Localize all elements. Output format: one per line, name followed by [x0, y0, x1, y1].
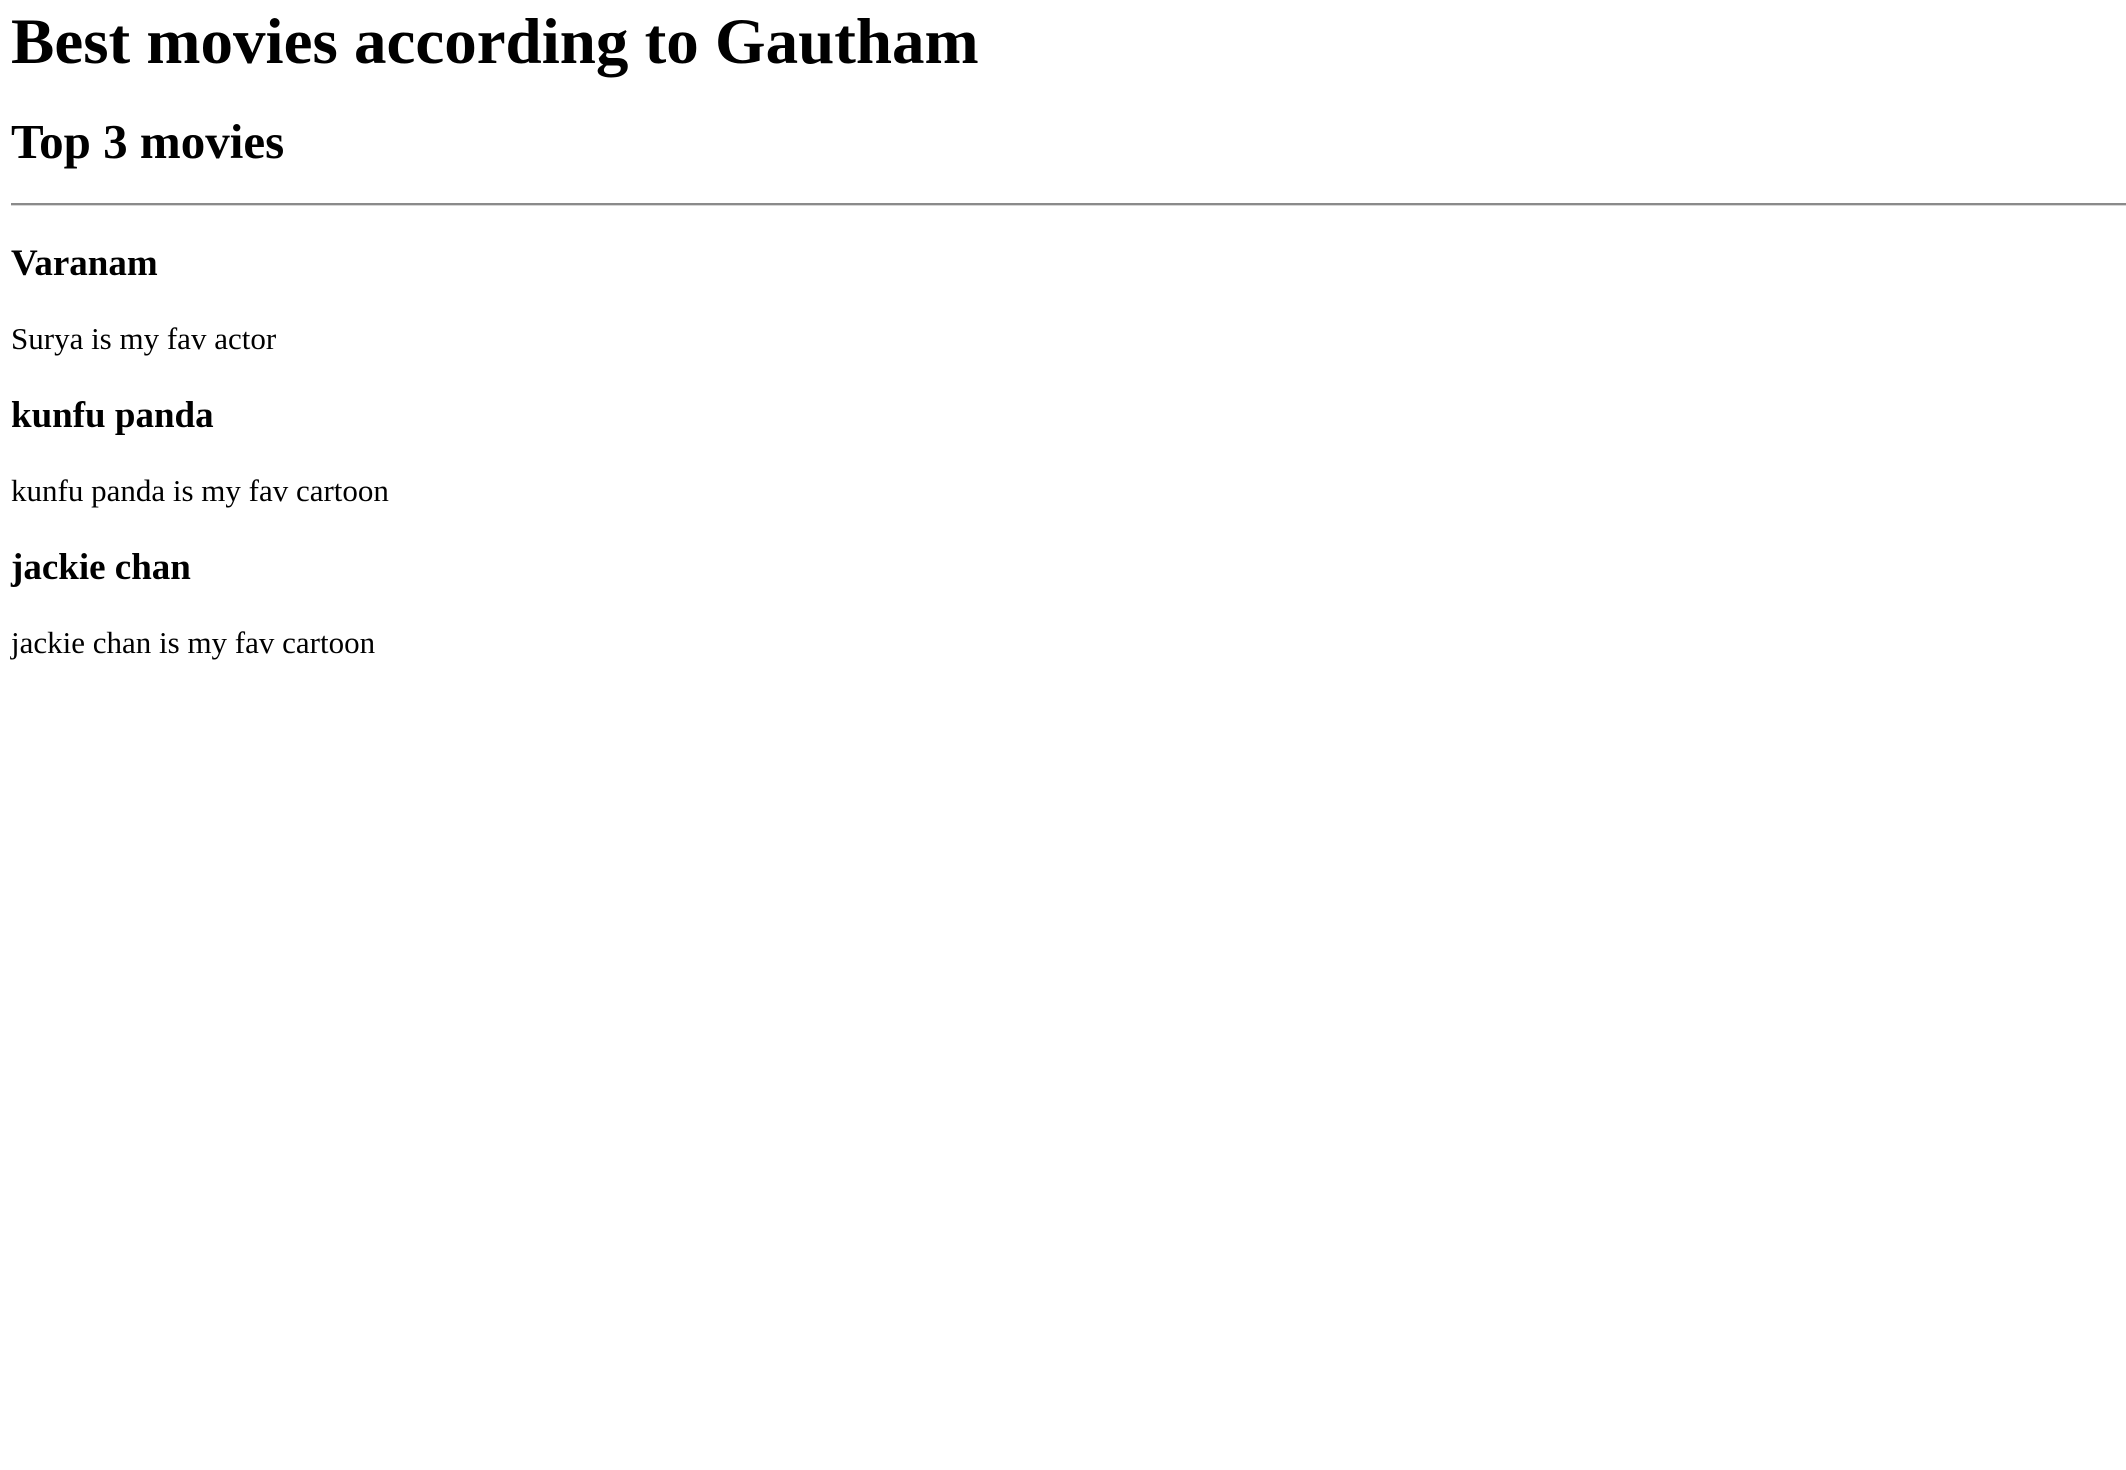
- movie-item-jackie-chan: jackie chan jackie chan is my fav cartoo…: [11, 546, 2126, 663]
- movie-title: jackie chan: [11, 547, 191, 588]
- movie-item-kunfu-panda: kunfu panda kunfu panda is my fav cartoo…: [11, 394, 2126, 511]
- movie-description: kunfu panda is my fav cartoon: [11, 473, 389, 508]
- movie-title: kunfu panda: [11, 395, 214, 436]
- divider: [11, 203, 2126, 206]
- section-title: Top 3 movies: [11, 114, 285, 169]
- movie-description: Surya is my fav actor: [11, 321, 277, 356]
- page-title: Best movies according to Gautham: [11, 6, 979, 78]
- movie-description: jackie chan is my fav cartoon: [11, 625, 376, 660]
- movie-item-varanam: Varanam Surya is my fav actor: [11, 242, 2126, 359]
- page: Best movies according to Gautham Top 3 m…: [0, 0, 2126, 1470]
- movie-title: Varanam: [11, 243, 158, 284]
